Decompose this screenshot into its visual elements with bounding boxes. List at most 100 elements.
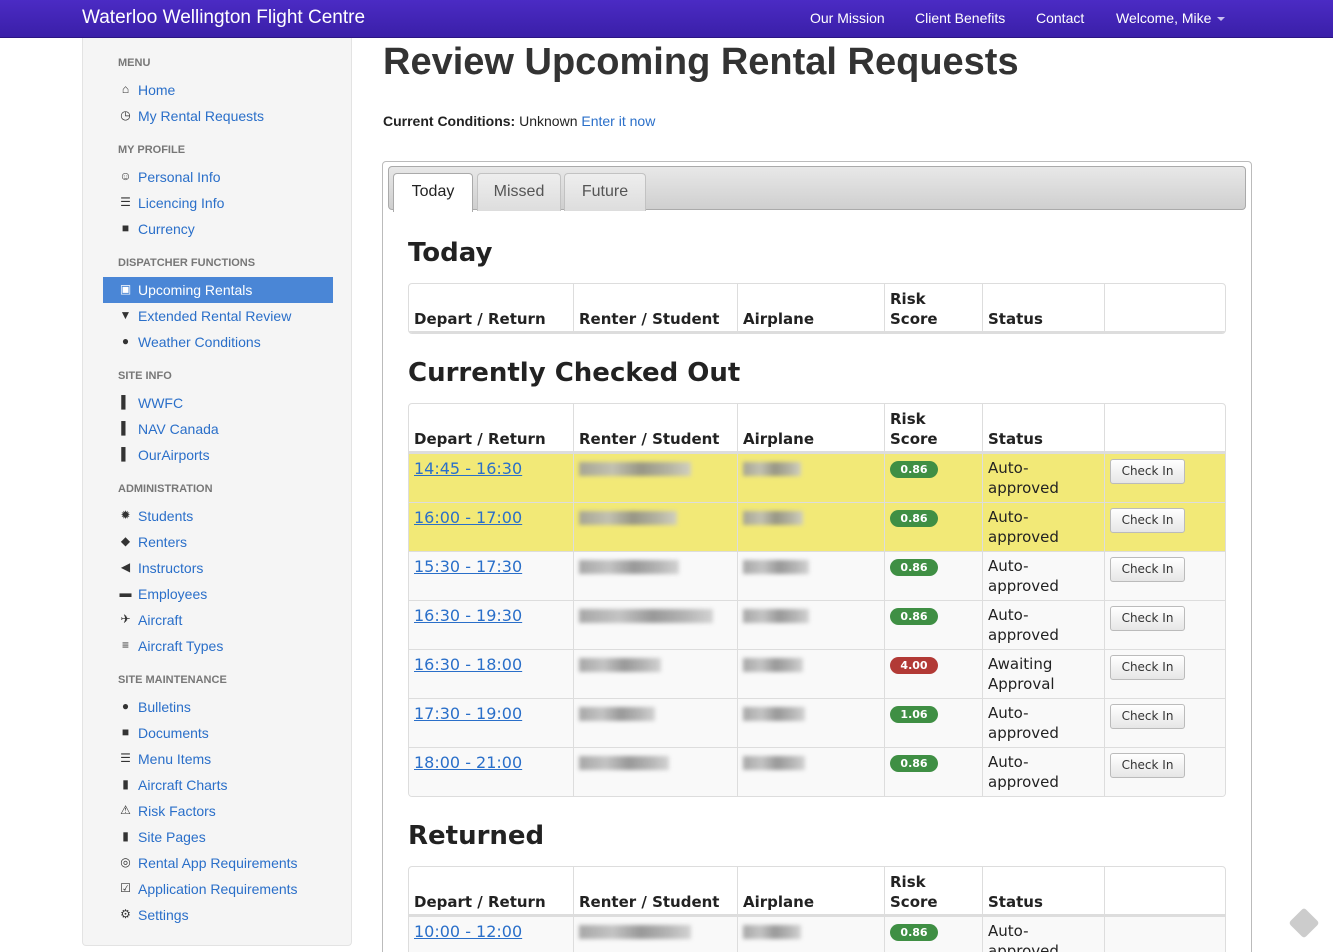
sidebar-item-renters[interactable]: ◆ Renters bbox=[103, 529, 333, 555]
rental-time-link[interactable]: 18:00 - 21:00 bbox=[414, 753, 522, 772]
renter-cell bbox=[573, 552, 737, 601]
brand-link[interactable]: Waterloo Wellington Flight Centre bbox=[82, 7, 365, 29]
returned-table: Depart / Return Renter / Student Airplane R… bbox=[408, 866, 1226, 952]
sidebar-item-wwfc[interactable]: ▌ WWFC bbox=[103, 390, 333, 416]
sidebar-item-aircraft[interactable]: ✈ Aircraft bbox=[103, 607, 333, 633]
sidebar-item-weather-conditions[interactable]: ● Weather Conditions bbox=[103, 329, 333, 355]
sidebar-item-ourairports[interactable]: ▌ OurAirports bbox=[103, 442, 333, 468]
check-in-button[interactable]: Check In bbox=[1110, 557, 1185, 582]
inbox-icon: ▣ bbox=[119, 282, 132, 296]
renter-cell bbox=[573, 917, 737, 952]
enter-conditions-link[interactable]: Enter it now bbox=[581, 113, 655, 129]
nav-contact[interactable]: Contact bbox=[1036, 10, 1084, 26]
rental-time-link[interactable]: 16:30 - 19:30 bbox=[414, 606, 522, 625]
airplane-cell bbox=[737, 552, 884, 601]
sidebar-item-licencing-info[interactable]: ☰ Licencing Info bbox=[103, 190, 333, 216]
action-cell: Check In bbox=[1104, 454, 1225, 503]
rental-time-link[interactable]: 16:00 - 17:00 bbox=[414, 508, 522, 527]
sidebar-item-currency[interactable]: ■ Currency bbox=[103, 216, 333, 242]
nav-client-benefits[interactable]: Client Benefits bbox=[915, 10, 1005, 26]
tab-missed[interactable]: Missed bbox=[477, 173, 561, 211]
sidebar-header: DISPATCHER FUNCTIONS bbox=[118, 257, 256, 269]
check-in-button[interactable]: Check In bbox=[1110, 655, 1185, 680]
align-icon: ≡ bbox=[121, 638, 129, 652]
action-cell: Check In bbox=[1104, 503, 1225, 552]
tab-future[interactable]: Future bbox=[564, 173, 646, 211]
tab-today[interactable]: Today bbox=[393, 173, 473, 212]
rental-time-link[interactable]: 16:30 - 18:00 bbox=[414, 655, 522, 674]
sidebar-item-label: Risk Factors bbox=[138, 803, 216, 819]
sidebar-item-site-pages[interactable]: ▮ Site Pages bbox=[103, 824, 333, 850]
check-in-button[interactable]: Check In bbox=[1110, 508, 1185, 533]
check-in-button[interactable]: Check In bbox=[1110, 753, 1185, 778]
redacted-renter-name bbox=[579, 658, 661, 672]
feedback-icon[interactable] bbox=[1288, 907, 1320, 939]
column-header-label: Renter / Student bbox=[579, 310, 720, 328]
sidebar-item-employees[interactable]: ▬ Employees bbox=[103, 581, 333, 607]
map-marker-icon: ▼ bbox=[119, 308, 132, 322]
tags-icon: ◆ bbox=[120, 534, 131, 548]
redacted-airplane bbox=[743, 560, 809, 574]
sidebar-item-bulletins[interactable]: ● Bulletins bbox=[103, 694, 333, 720]
status-text: Auto-approved bbox=[988, 753, 1059, 791]
sidebar-item-aircraft-types[interactable]: ≡ Aircraft Types bbox=[103, 633, 333, 659]
risk-score-cell: 0.86 bbox=[884, 748, 982, 796]
risk-score-badge: 4.00 bbox=[890, 657, 938, 674]
sidebar-item-rental-app-requirements[interactable]: ◎ Rental App Requirements bbox=[103, 850, 333, 876]
column-header: Depart / Return bbox=[409, 284, 573, 333]
sidebar-item-menu-items[interactable]: ☰ Menu Items bbox=[103, 746, 333, 772]
sidebar-item-personal-info[interactable]: ☺ Personal Info bbox=[103, 164, 333, 190]
sidebar-item-home[interactable]: ⌂ Home bbox=[103, 77, 333, 103]
sidebar-item-settings[interactable]: ⚙ Settings bbox=[103, 902, 333, 928]
sidebar-item-upcoming-rentals[interactable]: ▣ Upcoming Rentals bbox=[103, 277, 333, 303]
user-menu[interactable]: Welcome, Mike bbox=[1116, 10, 1226, 26]
renter-cell bbox=[573, 503, 737, 552]
table-header: Depart / Return Renter / Student Airplane R… bbox=[409, 404, 1225, 453]
check-in-button[interactable]: Check In bbox=[1110, 606, 1185, 631]
check-circle-icon: ◎ bbox=[120, 855, 131, 869]
check-in-button[interactable]: Check In bbox=[1110, 459, 1185, 484]
sidebar-item-label: OurAirports bbox=[138, 447, 210, 463]
redacted-renter-name bbox=[579, 511, 677, 525]
column-header: Airplane bbox=[737, 867, 884, 916]
column-header-label: Renter / Student bbox=[579, 430, 720, 448]
airplane-cell bbox=[737, 917, 884, 952]
depart-return-cell: 18:00 - 21:00 bbox=[409, 748, 573, 796]
column-header: Status bbox=[982, 404, 1104, 453]
sidebar-item-application-requirements[interactable]: ☑ Application Requirements bbox=[103, 876, 333, 902]
redacted-airplane bbox=[743, 707, 805, 721]
action-cell: Check In bbox=[1104, 601, 1225, 650]
sidebar-item-students[interactable]: ✹ Students bbox=[103, 503, 333, 529]
sidebar-item-my-rental-requests[interactable]: ◷ My Rental Requests bbox=[103, 103, 333, 129]
cog-icon: ⚙ bbox=[120, 907, 131, 921]
rental-time-link[interactable]: 14:45 - 16:30 bbox=[414, 459, 522, 478]
sidebar-item-risk-factors[interactable]: ⚠ Risk Factors bbox=[103, 798, 333, 824]
sidebar-item-label: Site Pages bbox=[138, 829, 206, 845]
table-row: 16:30 - 19:30 0.86 Auto-approved Check In bbox=[409, 600, 1225, 650]
column-header: Depart / Return bbox=[409, 867, 573, 916]
rental-time-link[interactable]: 17:30 - 19:00 bbox=[414, 704, 522, 723]
sidebar-item-nav-canada[interactable]: ▌ NAV Canada bbox=[103, 416, 333, 442]
nav-our-mission[interactable]: Our Mission bbox=[810, 10, 885, 26]
sidebar-item-label: Students bbox=[138, 508, 194, 524]
sidebar-item-instructors[interactable]: ◀ Instructors bbox=[103, 555, 333, 581]
redacted-airplane bbox=[743, 756, 805, 770]
redacted-airplane bbox=[743, 658, 803, 672]
status-cell: Auto-approved bbox=[982, 748, 1104, 796]
sidebar-item-documents[interactable]: ■ Documents bbox=[103, 720, 333, 746]
column-header-label: Depart / Return bbox=[414, 893, 546, 911]
sidebar-item-extended-rental-review[interactable]: ▼ Extended Rental Review bbox=[103, 303, 333, 329]
risk-score-cell: 0.86 bbox=[884, 552, 982, 601]
table-row: 16:30 - 18:00 4.00 Awaiting Approval Check … bbox=[409, 649, 1225, 699]
check-icon: ☑ bbox=[120, 881, 131, 895]
check-in-button[interactable]: Check In bbox=[1110, 704, 1185, 729]
sidebar-item-aircraft-charts[interactable]: ▮ Aircraft Charts bbox=[103, 772, 333, 798]
sidebar-item-label: Application Requirements bbox=[138, 881, 298, 897]
rental-time-link[interactable]: 10:00 - 12:00 bbox=[414, 922, 522, 941]
sidebar-header: SITE MAINTENANCE bbox=[118, 674, 227, 686]
column-header bbox=[1104, 404, 1225, 453]
caret-down-icon bbox=[1217, 17, 1226, 22]
rental-time-link[interactable]: 15:30 - 17:30 bbox=[414, 557, 522, 576]
column-header: Renter / Student bbox=[573, 867, 737, 916]
renter-cell bbox=[573, 601, 737, 650]
